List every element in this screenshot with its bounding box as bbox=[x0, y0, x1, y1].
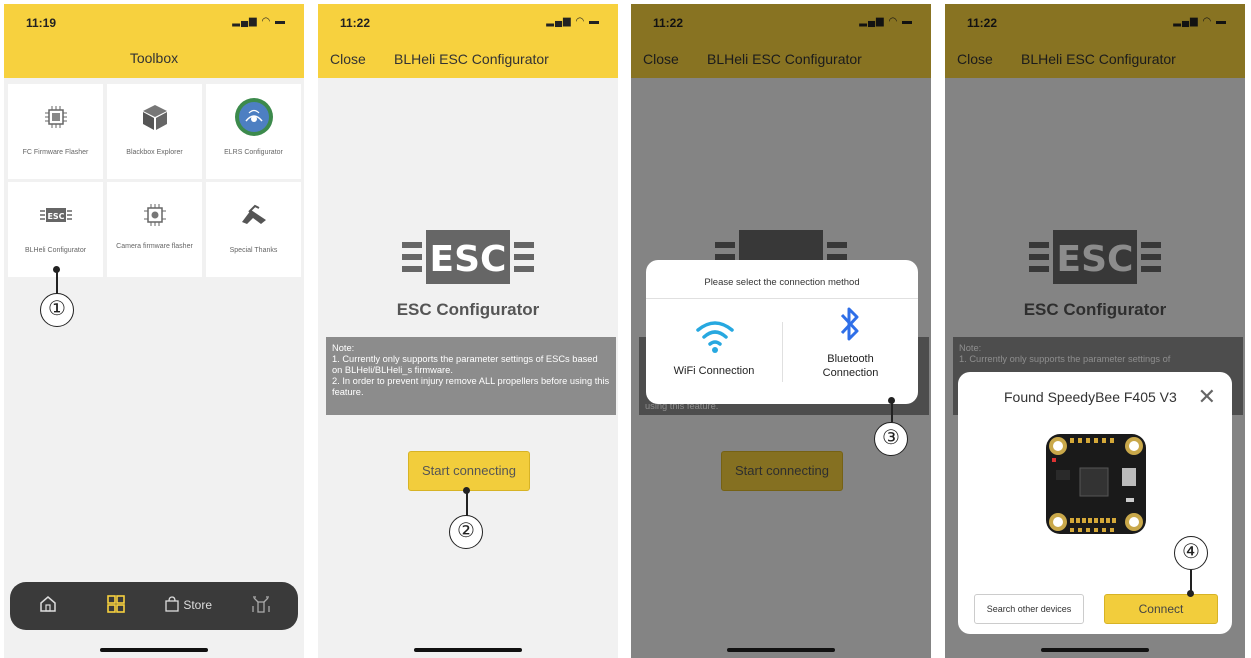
tile-blackbox-explorer[interactable]: Blackbox Explorer bbox=[107, 84, 202, 179]
connection-method-dialog: Please select the connection method WiFi… bbox=[646, 260, 918, 404]
home-indicator bbox=[414, 648, 522, 652]
esc-configurator-screen: 11:22 ▂▄▆ ◠ ▬ Close BLHeli ESC Configura… bbox=[318, 4, 618, 658]
store-tab[interactable]: Store bbox=[164, 596, 212, 612]
callout-dot bbox=[1187, 590, 1194, 597]
dialog-title: Please select the connection method bbox=[704, 277, 860, 288]
bluetooth-label-2: Connection bbox=[822, 367, 879, 379]
tile-label: Camera firmware flasher bbox=[116, 243, 193, 250]
esc-logo-text: ESC bbox=[430, 239, 507, 280]
tile-camera-firmware-flasher[interactable]: Camera firmware flasher bbox=[107, 182, 202, 277]
bag-icon bbox=[165, 596, 179, 612]
step-3-callout: ③ bbox=[874, 422, 908, 456]
close-icon[interactable]: ✕ bbox=[1198, 384, 1216, 410]
esc-logo: ESC bbox=[400, 226, 536, 288]
camera-chip-icon bbox=[107, 200, 202, 230]
page-title: BLHeli ESC Configurator bbox=[394, 51, 549, 67]
callout-line bbox=[891, 400, 893, 422]
wifi-label: WiFi Connection bbox=[673, 365, 755, 377]
tile-fc-firmware-flasher[interactable]: FC Firmware Flasher bbox=[8, 84, 103, 179]
toolbox-screen: 11:19 ▂▄▆ ◠ ▬ Toolbox FC Firmware Flashe… bbox=[4, 4, 304, 658]
tile-blheli-configurator[interactable]: ESC BLHeli Configurator bbox=[8, 182, 103, 277]
tile-label: Blackbox Explorer bbox=[126, 149, 183, 156]
start-connecting-button[interactable]: Start connecting bbox=[408, 451, 530, 491]
drone-icon[interactable] bbox=[250, 594, 272, 617]
tile-special-thanks[interactable]: Special Thanks bbox=[206, 182, 301, 277]
home-indicator bbox=[1041, 648, 1149, 652]
status-icons: ▂▄▆ ◠ ▬ bbox=[546, 16, 600, 27]
bluetooth-icon bbox=[840, 307, 859, 341]
step-1-callout: ① bbox=[40, 293, 74, 327]
tile-label: BLHeli Configurator bbox=[24, 247, 87, 254]
page-title: Toolbox bbox=[129, 50, 179, 66]
store-label: Store bbox=[183, 598, 213, 612]
bluetooth-label-1: Bluetooth bbox=[827, 353, 874, 365]
tile-label: FC Firmware Flasher bbox=[22, 149, 89, 156]
note-line-1: 1. Currently only supports the parameter… bbox=[332, 354, 598, 375]
elrs-logo-icon bbox=[206, 98, 301, 136]
cube-icon bbox=[107, 102, 202, 132]
flight-controller-image bbox=[1040, 428, 1152, 540]
tab-bar: Store bbox=[10, 582, 298, 630]
home-indicator bbox=[727, 648, 835, 652]
tile-label: ELRS Configurator bbox=[224, 149, 283, 156]
handshake-icon bbox=[206, 200, 301, 230]
divider bbox=[646, 298, 918, 299]
found-device-title: Found SpeedyBee F405 V3 bbox=[1004, 389, 1177, 405]
bluetooth-connection-option[interactable]: Bluetooth Connection bbox=[783, 304, 918, 400]
note-panel: Note: 1. Currently only supports the par… bbox=[326, 337, 616, 415]
callout-line bbox=[1190, 570, 1192, 592]
connect-button[interactable]: Connect bbox=[1104, 594, 1218, 624]
step-4-callout: ④ bbox=[1174, 536, 1208, 570]
wifi-connection-option[interactable]: WiFi Connection bbox=[646, 304, 782, 400]
status-icons: ▂▄▆ ◠ ▬ bbox=[232, 16, 286, 27]
close-button[interactable]: Close bbox=[330, 51, 366, 67]
tile-elrs-configurator[interactable]: ELRS Configurator bbox=[206, 84, 301, 179]
status-time: 11:19 bbox=[26, 16, 57, 30]
connection-method-screen: 11:22 ▂▄▆ ◠ ▬ Close BLHeli ESC Configura… bbox=[631, 4, 931, 658]
esc-caption: ESC Configurator bbox=[396, 300, 540, 319]
home-icon[interactable] bbox=[38, 594, 58, 617]
callout-line bbox=[56, 268, 58, 294]
callout-line bbox=[466, 490, 468, 516]
svg-text:ESC: ESC bbox=[47, 212, 64, 221]
tile-label: Special Thanks bbox=[229, 247, 278, 254]
wifi-icon bbox=[696, 321, 734, 353]
esc-icon: ESC bbox=[8, 200, 103, 230]
chip-icon bbox=[8, 102, 103, 132]
step-2-callout: ② bbox=[449, 515, 483, 549]
search-other-devices-button[interactable]: Search other devices bbox=[974, 594, 1084, 624]
note-heading: Note: bbox=[332, 343, 355, 353]
found-device-screen: 11:22 ▂▄▆ ◠ ▬ Close BLHeli ESC Configura… bbox=[945, 4, 1245, 658]
note-line-2: 2. In order to prevent injury remove ALL… bbox=[332, 376, 610, 397]
header-bar: 11:22 ▂▄▆ ◠ ▬ Close BLHeli ESC Configura… bbox=[318, 4, 618, 78]
status-time: 11:22 bbox=[340, 16, 371, 30]
grid-icon[interactable] bbox=[106, 594, 126, 617]
home-indicator bbox=[100, 648, 208, 652]
header-bar: 11:19 ▂▄▆ ◠ ▬ Toolbox bbox=[4, 4, 304, 78]
